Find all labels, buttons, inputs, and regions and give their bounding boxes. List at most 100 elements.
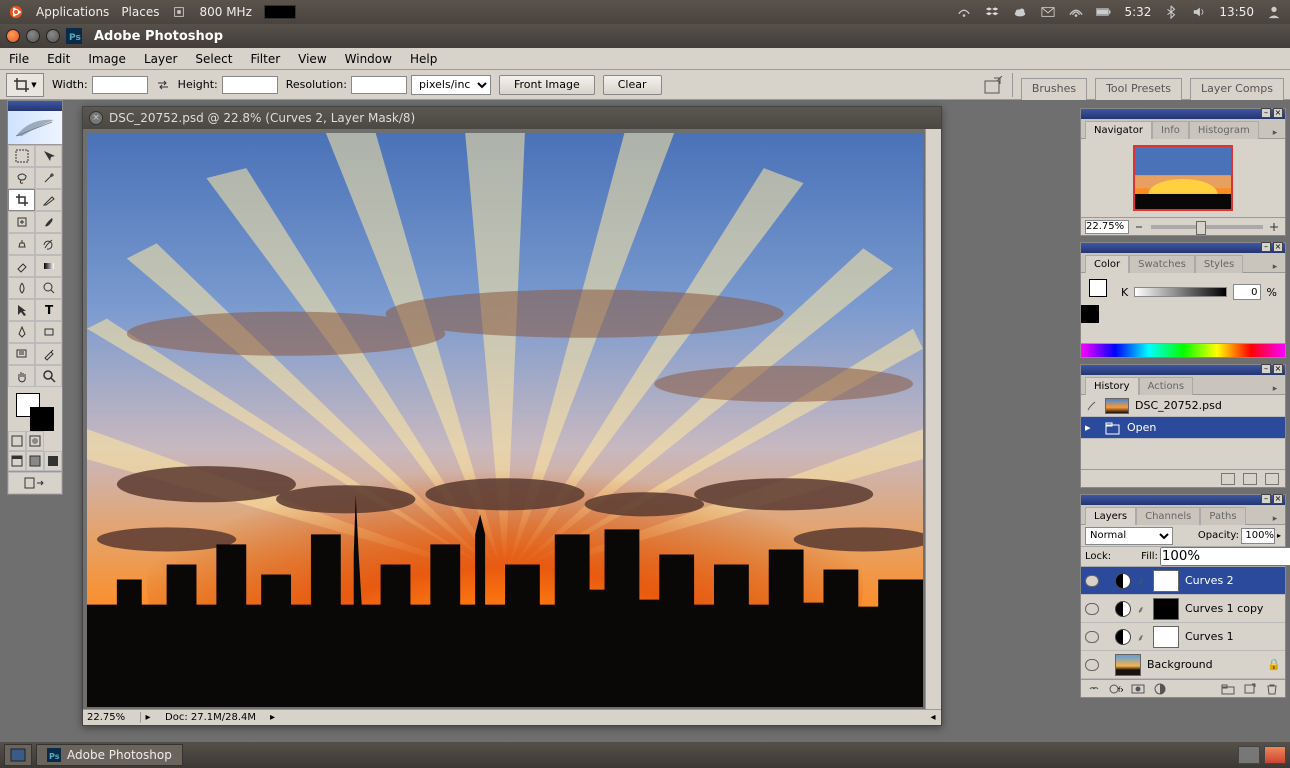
current-tool-indicator[interactable]: ▼ <box>6 73 44 97</box>
layer-visibility-icon[interactable] <box>1085 575 1099 587</box>
zoom-in-icon[interactable] <box>1269 222 1281 232</box>
workspace-switcher-1[interactable] <box>1238 746 1260 764</box>
tool-brush[interactable] <box>35 211 62 233</box>
layers-panel-grip[interactable]: –× <box>1081 495 1285 505</box>
document-canvas[interactable] <box>87 133 923 707</box>
layer-name[interactable]: Curves 2 <box>1185 574 1234 587</box>
tool-history-brush[interactable] <box>35 233 62 255</box>
tab-info[interactable]: Info <box>1152 121 1189 139</box>
palette-well-icon[interactable] <box>984 76 1004 94</box>
dropbox-icon[interactable] <box>984 5 1000 19</box>
navigator-panel-grip[interactable]: –× <box>1081 109 1285 119</box>
trash-icon[interactable] <box>1264 746 1286 764</box>
taskbar-app-button[interactable]: Ps Adobe Photoshop <box>36 744 183 766</box>
menu-applications[interactable]: Applications <box>36 5 109 19</box>
dock-tab-layer-comps[interactable]: Layer Comps <box>1190 78 1284 100</box>
menu-edit[interactable]: Edit <box>38 52 79 66</box>
height-input[interactable] <box>222 76 278 94</box>
tool-healing-brush[interactable] <box>8 211 35 233</box>
tool-marquee[interactable] <box>8 145 35 167</box>
tool-magic-wand[interactable] <box>35 167 62 189</box>
panel-menu-icon[interactable]: ▸ <box>1269 128 1285 138</box>
window-maximize-button[interactable] <box>46 29 60 43</box>
doc-info-arrow-icon[interactable]: ▸ <box>270 712 275 723</box>
show-desktop-button[interactable] <box>4 744 32 766</box>
layer-mask-thumb[interactable] <box>1153 570 1179 592</box>
mail-icon[interactable] <box>1040 5 1056 19</box>
layer-mask-thumb[interactable] <box>1153 598 1179 620</box>
menu-image[interactable]: Image <box>79 52 135 66</box>
history-brush-source-icon[interactable] <box>1085 399 1099 413</box>
menu-view[interactable]: View <box>289 52 335 66</box>
document-title-bar[interactable]: × DSC_20752.psd @ 22.8% (Curves 2, Layer… <box>83 107 941 129</box>
panel-minimize-icon[interactable]: – <box>1261 108 1271 118</box>
user-icon[interactable] <box>1266 5 1282 19</box>
navigator-thumbnail[interactable] <box>1133 145 1233 211</box>
tool-slice[interactable] <box>35 189 62 211</box>
opacity-flyout-icon[interactable]: ▸ <box>1277 531 1281 540</box>
document-zoom-field[interactable]: 22.75% <box>83 712 141 723</box>
tab-paths[interactable]: Paths <box>1200 507 1245 525</box>
layer-link-icon[interactable]: ⸙ <box>1137 630 1147 644</box>
opacity-input[interactable] <box>1241 528 1275 544</box>
create-document-from-state-icon[interactable] <box>1221 473 1235 485</box>
screen-full-menubar[interactable] <box>26 451 44 471</box>
tool-gradient[interactable] <box>35 255 62 277</box>
layer-link-icon[interactable]: ⸙ <box>1137 574 1147 588</box>
layer-visibility-icon[interactable] <box>1085 631 1099 643</box>
panel-minimize-icon[interactable]: – <box>1261 494 1271 504</box>
layer-link-icon[interactable]: ⸙ <box>1137 602 1147 616</box>
tab-color[interactable]: Color <box>1085 255 1129 273</box>
layer-group-icon[interactable] <box>1221 683 1235 695</box>
tool-hand[interactable] <box>8 365 35 387</box>
mode-quickmask[interactable] <box>26 431 44 451</box>
tool-shape[interactable] <box>35 321 62 343</box>
tool-blur[interactable] <box>8 277 35 299</box>
layer-row[interactable]: ⸙ Curves 1 copy <box>1081 595 1285 623</box>
tab-histogram[interactable]: Histogram <box>1189 121 1259 139</box>
doc-scroll-left-icon[interactable]: ◂ <box>925 712 941 723</box>
layer-visibility-icon[interactable] <box>1085 659 1099 671</box>
tool-clone-stamp[interactable] <box>8 233 35 255</box>
wifi-ap-icon[interactable] <box>956 5 972 19</box>
history-snapshot-row[interactable]: DSC_20752.psd <box>1081 395 1285 417</box>
tool-type[interactable]: T <box>35 299 62 321</box>
layer-row[interactable]: ⸙ Curves 2 <box>1081 567 1285 595</box>
k-channel-value[interactable] <box>1233 284 1261 300</box>
background-color-swatch[interactable] <box>30 407 54 431</box>
tool-lasso[interactable] <box>8 167 35 189</box>
screen-standard[interactable] <box>8 451 26 471</box>
bluetooth-icon[interactable] <box>1163 5 1179 19</box>
panel-menu-icon[interactable]: ▸ <box>1269 262 1285 272</box>
menu-select[interactable]: Select <box>186 52 241 66</box>
zoom-out-icon[interactable] <box>1135 222 1145 232</box>
width-input[interactable] <box>92 76 148 94</box>
screen-full[interactable] <box>44 451 62 471</box>
tool-move[interactable] <box>35 145 62 167</box>
tab-history[interactable]: History <box>1085 377 1139 395</box>
link-layers-icon[interactable] <box>1087 683 1101 695</box>
tab-styles[interactable]: Styles <box>1195 255 1243 273</box>
volume-icon[interactable] <box>1191 5 1207 19</box>
history-state-row[interactable]: ▸ Open <box>1081 417 1285 439</box>
network-icon[interactable] <box>1068 5 1084 19</box>
layer-name[interactable]: Curves 1 copy <box>1185 602 1263 615</box>
panel-close-icon[interactable]: × <box>1273 242 1283 252</box>
create-snapshot-icon[interactable] <box>1243 473 1257 485</box>
layer-row[interactable]: ⸙ Curves 1 <box>1081 623 1285 651</box>
layer-name[interactable]: Curves 1 <box>1185 630 1234 643</box>
menu-filter[interactable]: Filter <box>241 52 289 66</box>
panel-minimize-icon[interactable]: – <box>1261 364 1271 374</box>
tab-actions[interactable]: Actions <box>1139 377 1194 395</box>
blend-mode-select[interactable]: Normal <box>1085 527 1173 545</box>
tab-swatches[interactable]: Swatches <box>1129 255 1195 273</box>
layer-mask-icon[interactable] <box>1131 683 1145 695</box>
history-panel-grip[interactable]: –× <box>1081 365 1285 375</box>
layer-thumb[interactable] <box>1115 654 1141 676</box>
menu-window[interactable]: Window <box>336 52 401 66</box>
menu-file[interactable]: File <box>0 52 38 66</box>
window-close-button[interactable] <box>6 29 20 43</box>
delete-state-icon[interactable] <box>1265 473 1279 485</box>
color-foreground-swatch[interactable] <box>1089 279 1107 297</box>
jump-to-imageready[interactable] <box>8 472 62 494</box>
